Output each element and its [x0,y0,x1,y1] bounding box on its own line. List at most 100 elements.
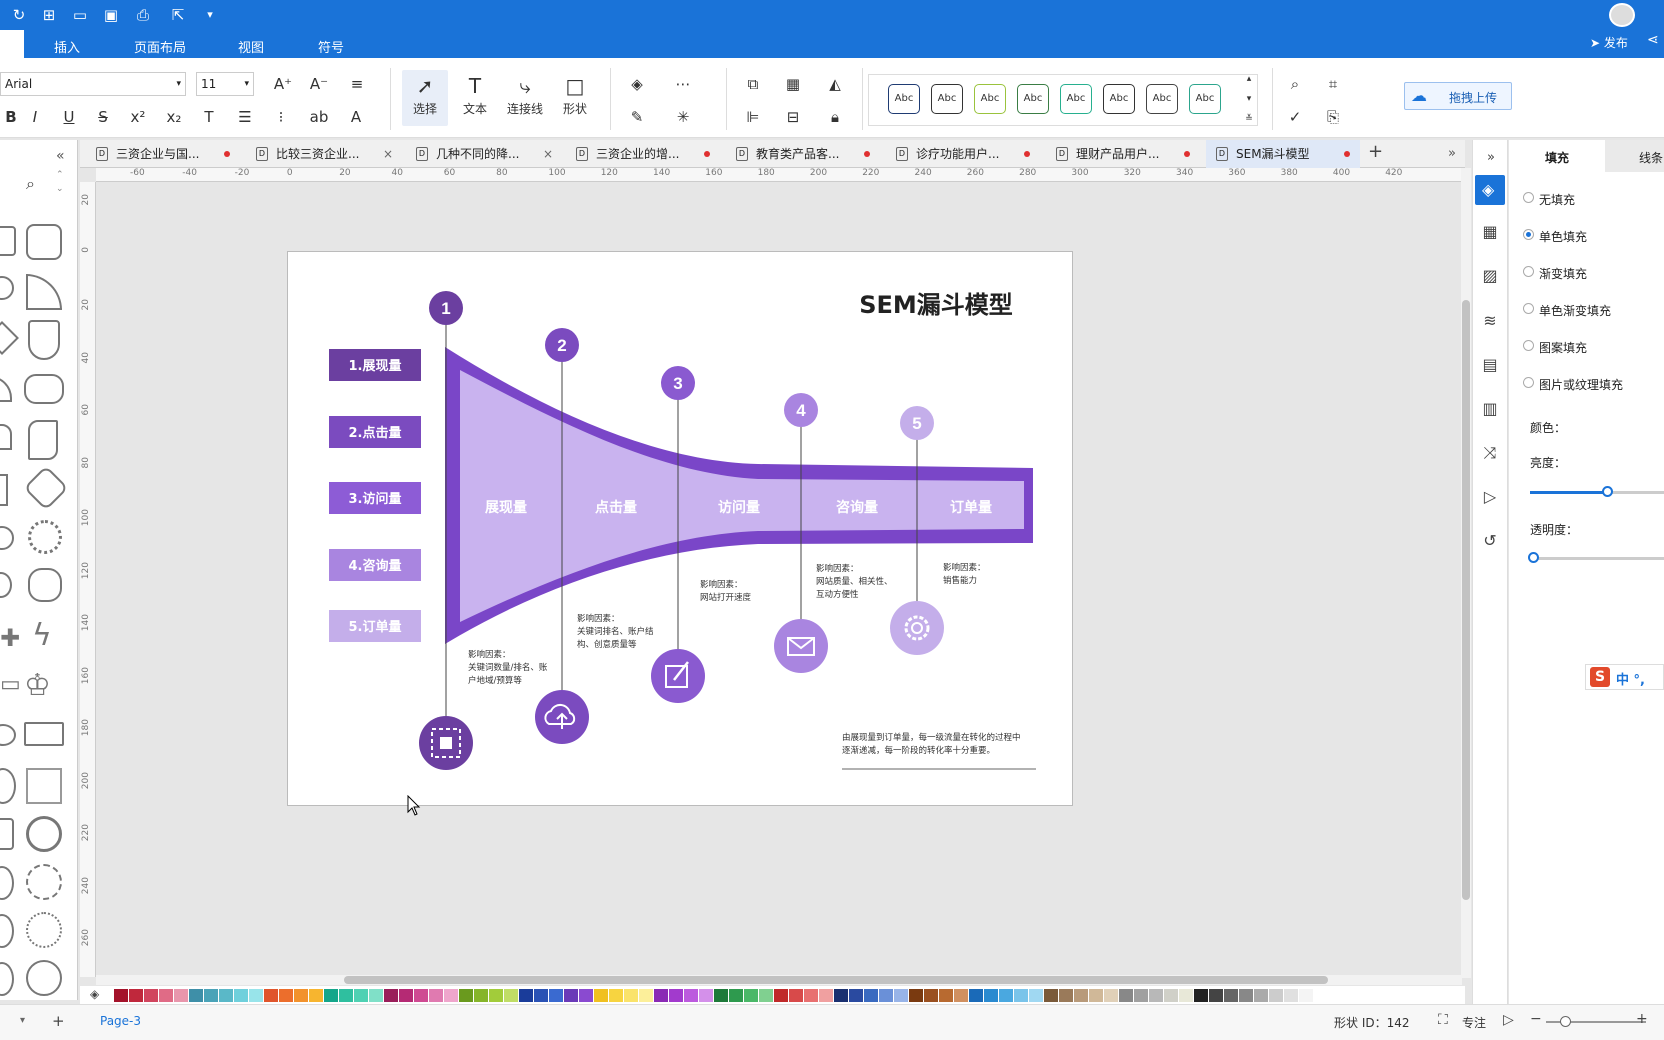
shape-star[interactable] [0,818,14,850]
shape-crown[interactable]: ♔ [24,668,51,703]
color-swatch[interactable] [444,989,458,1002]
stage-number-5[interactable]: 5 [900,406,934,440]
legend-box-4[interactable]: 4.咨询量 [329,549,421,581]
color-swatch[interactable] [954,989,968,1002]
color-swatch[interactable] [1059,989,1073,1002]
mail-icon[interactable] [774,619,828,673]
color-swatch[interactable] [129,989,143,1002]
fill-panel-button[interactable]: ◈ [1475,175,1505,205]
shape-circle-frame[interactable] [0,866,14,900]
scroll-up-icon[interactable]: ⌃ [56,170,64,180]
color-swatch[interactable] [414,989,428,1002]
stage-number-3[interactable]: 3 [661,366,695,400]
spell-check-icon[interactable]: ✓ [1284,106,1306,128]
color-swatch[interactable] [984,989,998,1002]
transparency-knob[interactable] [1528,552,1539,563]
doc-tab-1[interactable]: D 三资企业与国... [86,140,240,168]
color-swatch[interactable] [144,989,158,1002]
color-swatch[interactable] [1029,989,1043,1002]
shape-concave-rect[interactable] [26,224,62,260]
legend-box-3[interactable]: 3.访问量 [329,482,421,514]
style-preset-8[interactable]: Abc [1189,84,1221,114]
distribute-icon[interactable]: ⊟ [782,106,804,128]
presentation-icon[interactable]: ▷ [1478,485,1502,509]
text-tool[interactable]: T 文本 [455,72,495,117]
color-swatch[interactable] [609,989,623,1002]
arrange-icon[interactable]: ⧉ [742,73,764,95]
page-list-icon[interactable]: ▾ [20,1015,25,1026]
shape-ring[interactable] [26,816,62,852]
data-icon[interactable]: ▥ [1478,397,1502,421]
play-icon[interactable]: ▷ [1503,1012,1514,1028]
diagram-title[interactable]: SEM漏斗模型 [859,291,1013,319]
close-tab-icon[interactable]: × [543,140,553,168]
color-swatch[interactable] [1299,989,1313,1002]
canvas-page[interactable]: 1 2 3 4 5 1.展现量 2.点击量 3.访问量 4.咨询量 5.订单量 … [287,251,1073,806]
radio-texture[interactable] [1523,377,1534,388]
color-swatch[interactable] [1074,989,1088,1002]
color-swatch[interactable] [534,989,548,1002]
color-swatch[interactable] [1209,989,1223,1002]
new-file-icon[interactable]: ⊞ [39,5,59,25]
color-swatch[interactable] [654,989,668,1002]
color-swatch[interactable] [264,989,278,1002]
color-swatch[interactable] [579,989,593,1002]
color-swatch[interactable] [729,989,743,1002]
history-icon[interactable]: ↺ [1478,529,1502,553]
zoom-slider-knob[interactable] [1560,1016,1571,1027]
select-tool[interactable]: ➚ 选择 [405,72,445,117]
color-swatch[interactable] [504,989,518,1002]
expand-right-panel-icon[interactable]: » [1479,146,1503,170]
color-swatch[interactable] [249,989,263,1002]
color-swatch[interactable] [639,989,653,1002]
color-swatch[interactable] [969,989,983,1002]
brightness-knob[interactable] [1601,486,1613,497]
shape-lightning[interactable]: ϟ [32,618,52,653]
color-swatch[interactable] [804,989,818,1002]
page-tab[interactable]: Page-3 [100,1014,141,1028]
group-icon[interactable]: ▦ [782,73,804,95]
color-swatch[interactable] [1119,989,1133,1002]
add-tab-icon[interactable]: + [1368,141,1383,162]
shape-bracket[interactable] [0,474,8,506]
style-preset-6[interactable]: Abc [1103,84,1135,114]
font-family-select[interactable]: Arial ▾ [0,72,186,96]
color-swatch[interactable] [234,989,248,1002]
underline-icon[interactable]: U [58,106,80,128]
color-swatch[interactable] [309,989,323,1002]
tab-line[interactable]: 线条 [1605,140,1664,172]
legend-box-2[interactable]: 2.点击量 [329,416,421,448]
shape-dotted-circle[interactable] [0,914,14,948]
share-icon[interactable]: ⋖ [1647,32,1659,48]
line-color-icon[interactable]: ✎ [626,106,648,128]
color-swatch[interactable] [684,989,698,1002]
color-swatch[interactable] [894,989,908,1002]
color-swatch[interactable] [1269,989,1283,1002]
color-swatch[interactable] [114,989,128,1002]
shape-ellipse[interactable] [0,724,16,746]
text-case-icon[interactable]: ab [308,106,330,128]
style-preset-7[interactable]: Abc [1146,84,1178,114]
color-swatch[interactable] [1164,989,1178,1002]
format-painter-icon[interactable]: ⎘ [1322,106,1344,128]
shape-plus[interactable]: ✚ [0,624,20,652]
color-swatch[interactable] [924,989,938,1002]
color-swatch[interactable] [1194,989,1208,1002]
color-swatch[interactable] [354,989,368,1002]
color-swatch[interactable] [864,989,878,1002]
bold-icon[interactable]: B [0,106,22,128]
gallery-more-icon[interactable]: ≚ [1238,112,1260,126]
color-swatch[interactable] [939,989,953,1002]
shape-circle-small[interactable] [0,526,14,550]
shape-dotted-ring[interactable] [26,912,62,948]
text-align-icon[interactable]: ≡ [346,73,368,95]
flip-icon[interactable]: ◭ [824,73,846,95]
fill-option-none[interactable]: 无填充 [1523,191,1575,208]
color-swatch[interactable] [1149,989,1163,1002]
color-swatch[interactable] [564,989,578,1002]
style-preset-3[interactable]: Abc [974,84,1006,114]
print-icon[interactable]: ⎙ [133,5,153,25]
zoom-in-icon[interactable]: + [1636,1011,1648,1027]
style-preset-5[interactable]: Abc [1060,84,1092,114]
cloud-upload-icon[interactable] [535,690,589,744]
